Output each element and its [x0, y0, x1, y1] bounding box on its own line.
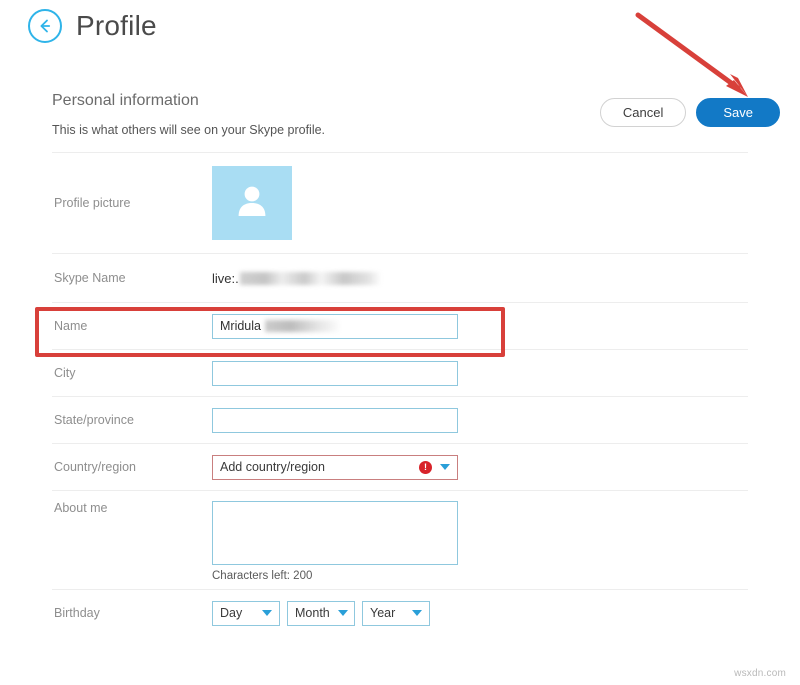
label-skype-name: Skype Name	[52, 271, 212, 285]
row-skype-name: Skype Name live:.	[52, 253, 748, 302]
chevron-down-icon	[440, 464, 450, 470]
field-about-me: Characters left: 200	[212, 501, 748, 582]
section-heading: Personal information	[52, 92, 199, 110]
row-profile-picture: Profile picture	[52, 152, 748, 253]
state-province-input[interactable]	[212, 408, 458, 433]
birthday-year-value: Year	[370, 606, 395, 620]
skype-name-value: live:.	[212, 271, 748, 286]
row-about-me: About me Characters left: 200	[52, 490, 748, 589]
chevron-down-icon	[338, 610, 348, 616]
page-title: Profile	[76, 6, 157, 46]
field-country-region: Add country/region !	[212, 455, 748, 480]
characters-left-text: Characters left: 200	[212, 570, 748, 582]
redaction-blur	[240, 272, 380, 285]
label-about-me: About me	[52, 501, 212, 515]
label-birthday: Birthday	[52, 606, 212, 620]
field-city	[212, 361, 748, 386]
field-state-province	[212, 408, 748, 433]
birthday-year-select[interactable]: Year	[362, 601, 430, 626]
about-me-textarea[interactable]	[212, 501, 458, 565]
birthday-day-value: Day	[220, 606, 242, 620]
label-profile-picture: Profile picture	[52, 196, 212, 210]
chevron-down-icon	[262, 610, 272, 616]
skype-name-text: live:.	[212, 271, 239, 286]
back-button[interactable]	[28, 9, 62, 43]
back-arrow-icon	[36, 17, 54, 35]
birthday-month-select[interactable]: Month	[287, 601, 355, 626]
field-profile-picture	[212, 166, 748, 240]
row-birthday: Birthday Day Month Year	[52, 589, 748, 636]
label-state-province: State/province	[52, 413, 212, 427]
profile-form: Profile picture Skype Name live:. Name	[0, 152, 800, 636]
watermark: wsxdn.com	[734, 668, 786, 679]
name-input-value: Mridula	[220, 319, 261, 333]
chevron-down-icon	[412, 610, 422, 616]
row-state-province: State/province	[52, 396, 748, 443]
row-name: Name Mridula	[52, 302, 748, 349]
birthday-day-select[interactable]: Day	[212, 601, 280, 626]
save-button[interactable]: Save	[696, 98, 780, 127]
label-name: Name	[52, 319, 212, 333]
country-region-select[interactable]: Add country/region !	[212, 455, 458, 480]
country-region-value: Add country/region	[220, 460, 325, 474]
error-exclamation-icon: !	[419, 461, 432, 474]
section-subheading: This is what others will see on your Sky…	[52, 123, 325, 137]
field-skype-name: live:.	[212, 271, 748, 286]
name-input[interactable]: Mridula	[212, 314, 458, 339]
field-birthday: Day Month Year	[212, 601, 748, 626]
redaction-blur	[265, 320, 339, 332]
birthday-month-value: Month	[295, 606, 330, 620]
cancel-button[interactable]: Cancel	[600, 98, 686, 127]
action-button-group: Cancel Save	[600, 98, 780, 127]
page-header: Profile	[0, 0, 800, 62]
field-name: Mridula	[212, 314, 748, 339]
row-country-region: Country/region Add country/region !	[52, 443, 748, 490]
birthday-select-group: Day Month Year	[212, 601, 748, 626]
label-city: City	[52, 366, 212, 380]
label-country-region: Country/region	[52, 460, 212, 474]
city-input[interactable]	[212, 361, 458, 386]
row-city: City	[52, 349, 748, 396]
person-avatar-icon	[235, 183, 269, 224]
avatar[interactable]	[212, 166, 292, 240]
